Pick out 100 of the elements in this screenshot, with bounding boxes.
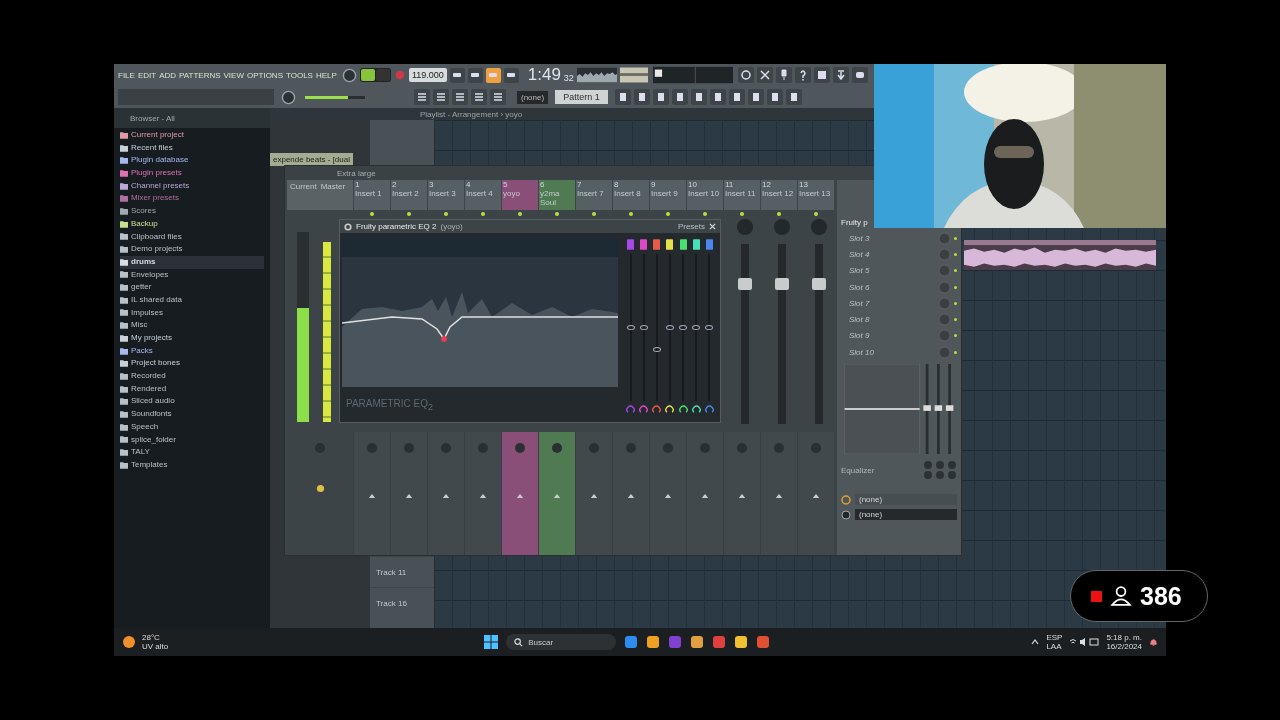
fader-track[interactable] — [777, 244, 786, 424]
browser-item[interactable]: My projects — [120, 332, 264, 345]
tool-button[interactable] — [490, 89, 506, 105]
tool-button[interactable] — [737, 67, 754, 83]
route-arrow-icon[interactable] — [368, 492, 376, 499]
tool-button[interactable] — [794, 67, 811, 83]
route-arrow-icon[interactable] — [812, 492, 820, 499]
app-icon[interactable] — [756, 635, 771, 649]
browser-item[interactable]: Packs — [120, 344, 264, 358]
tool-button[interactable] — [467, 67, 483, 83]
browser-item[interactable]: IL shared data — [120, 293, 264, 307]
route-arrow-icon[interactable] — [553, 492, 561, 499]
fader-track[interactable] — [740, 244, 749, 424]
band-button-icon[interactable] — [666, 239, 674, 250]
bell-icon[interactable] — [1149, 637, 1158, 647]
strip-header[interactable]: 4 Insert 4 — [464, 180, 501, 210]
menu-item[interactable]: PATTERNS — [179, 70, 221, 80]
tool-button[interactable] — [766, 89, 783, 105]
menu-item[interactable]: FILE — [118, 70, 135, 80]
pattern-dropdown[interactable]: (none) — [517, 90, 549, 104]
strip-header[interactable]: 11 Insert 11 — [723, 180, 760, 210]
effect-slot[interactable]: Slot 4 — [841, 249, 938, 259]
project-field[interactable] — [118, 89, 274, 105]
app-icon[interactable] — [734, 635, 749, 649]
menu-item[interactable]: HELP — [315, 70, 337, 80]
tool-button[interactable] — [756, 67, 773, 83]
route-arrow-icon[interactable] — [479, 492, 487, 499]
tool-button[interactable] — [452, 89, 468, 105]
route-arrow-icon[interactable] — [442, 492, 450, 499]
master-strip-header[interactable]: Current Master — [287, 180, 353, 210]
browser-item[interactable]: getter — [120, 281, 264, 294]
tool-button[interactable] — [652, 89, 669, 105]
effect-slot[interactable]: Slot 8 — [841, 315, 938, 325]
routing-icon[interactable] — [841, 494, 851, 505]
strip-header[interactable]: 2 Insert 2 — [390, 180, 427, 210]
tool-button[interactable] — [747, 89, 764, 105]
menu-item[interactable]: EDIT — [137, 70, 157, 80]
master-volume-slider[interactable] — [305, 95, 365, 99]
strip-header[interactable]: 13 Insert 13 — [797, 180, 834, 210]
menu-item[interactable]: OPTIONS — [246, 70, 283, 80]
tool-button[interactable] — [414, 89, 430, 105]
pattern-mode-button[interactable] — [360, 69, 375, 81]
tool-button[interactable] — [851, 67, 868, 83]
app-icon[interactable] — [646, 635, 661, 649]
effect-slot[interactable]: Slot 6 — [841, 282, 938, 292]
tool-button[interactable] — [503, 67, 519, 83]
app-icon[interactable] — [624, 635, 639, 649]
output-icon[interactable] — [841, 509, 851, 520]
tray-icons-drawing[interactable] — [1069, 637, 1100, 647]
route-arrow-icon[interactable] — [738, 492, 746, 499]
mixer-size-label[interactable]: Extra large — [337, 168, 376, 178]
browser-item[interactable]: Channel presets — [120, 179, 264, 193]
effect-slot[interactable]: Slot 9 — [841, 331, 938, 341]
tool-button[interactable] — [633, 89, 650, 105]
audio-clip[interactable] — [964, 240, 1156, 270]
fader-handle[interactable] — [774, 277, 789, 290]
browser-item[interactable]: Soundfonts — [120, 408, 264, 421]
search-field[interactable]: Buscar — [506, 634, 617, 650]
browser-item[interactable]: Plugin presets — [120, 167, 264, 180]
route-arrow-icon[interactable] — [701, 492, 709, 499]
effect-slot[interactable]: Slot 3 — [841, 233, 938, 243]
route-arrow-icon[interactable] — [775, 492, 783, 499]
tool-button[interactable] — [690, 89, 707, 105]
knob-icon[interactable] — [551, 442, 563, 454]
browser-item[interactable]: Backup — [120, 217, 264, 231]
tempo-display[interactable]: 119.000 — [408, 68, 447, 82]
tool-button[interactable] — [813, 67, 830, 83]
effect-slot[interactable]: Slot 5 — [841, 266, 938, 276]
tool-button[interactable] — [671, 89, 688, 105]
knob-icon[interactable] — [341, 67, 357, 83]
tool-button[interactable] — [449, 67, 465, 83]
band-button-icon[interactable] — [705, 239, 713, 250]
caret-icon[interactable] — [1031, 639, 1040, 645]
browser-item[interactable]: Impulses — [120, 306, 264, 320]
browser-item[interactable]: Plugin database — [120, 154, 264, 168]
browser-item[interactable]: Current project — [120, 129, 264, 142]
tool-button[interactable] — [433, 89, 449, 105]
input-selector[interactable]: (none) — [855, 494, 957, 506]
route-arrow-icon[interactable] — [664, 492, 672, 499]
strip-header[interactable]: 1 Insert 1 — [353, 180, 390, 210]
send-knob-icon[interactable] — [315, 484, 325, 493]
tool-button[interactable] — [471, 89, 487, 105]
strip-header[interactable]: 12 Insert 12 — [760, 180, 797, 210]
tool-button[interactable] — [485, 67, 501, 83]
pattern-selector[interactable]: Pattern 1 — [555, 90, 608, 104]
presets-button[interactable]: Presets — [677, 222, 705, 231]
strip-header[interactable]: 10 Insert 10 — [686, 180, 723, 210]
browser-item[interactable]: Recorded — [120, 370, 264, 383]
browser-item[interactable]: drums — [120, 255, 264, 269]
band-button-icon[interactable] — [679, 239, 687, 250]
route-arrow-icon[interactable] — [627, 492, 635, 499]
route-arrow-icon[interactable] — [590, 492, 598, 499]
tool-button[interactable] — [775, 67, 792, 83]
browser-item[interactable]: Recent files — [120, 141, 264, 155]
strip-header[interactable]: 9 Insert 9 — [649, 180, 686, 210]
strip-header[interactable]: 7 Insert 7 — [575, 180, 612, 210]
fader-track[interactable] — [814, 244, 823, 424]
browser-item[interactable]: Project bones — [120, 357, 264, 371]
windows-icon[interactable] — [484, 635, 499, 649]
fader-handle[interactable] — [737, 277, 752, 290]
